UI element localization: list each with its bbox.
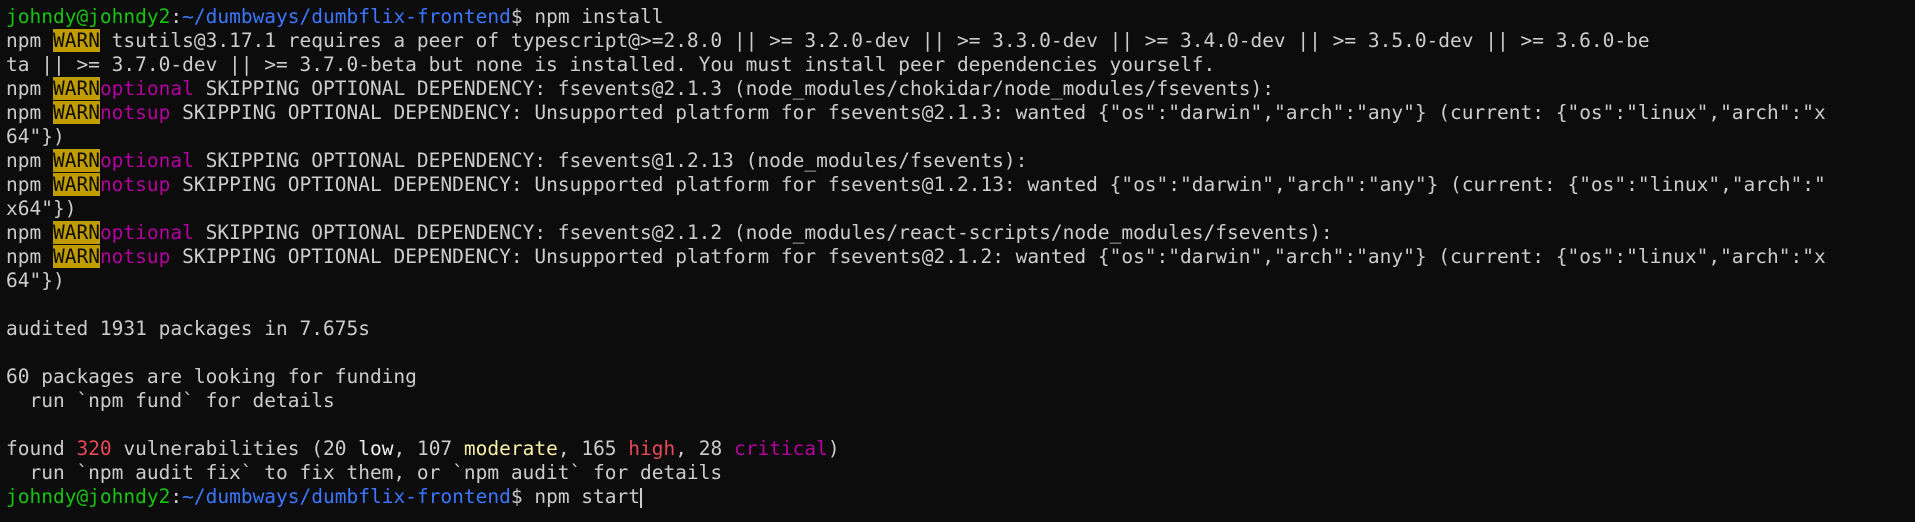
warn-badge: WARN <box>52 29 100 52</box>
warn-badge: WARN <box>52 173 100 196</box>
command-text: npm install <box>534 5 664 28</box>
output-line-peer-warn: npm WARN tsutils@3.17.1 requires a peer … <box>6 29 1911 53</box>
vuln-text: , 107 <box>393 437 464 460</box>
prompt-symbol: $ <box>510 485 535 508</box>
warn-text: SKIPPING OPTIONAL DEPENDENCY: fsevents@2… <box>193 77 1274 100</box>
prompt-separator: : <box>170 5 183 28</box>
vuln-critical: critical <box>733 437 828 460</box>
warn-badge: WARN <box>52 245 100 268</box>
warn-text: SKIPPING OPTIONAL DEPENDENCY: fsevents@1… <box>193 149 1028 172</box>
npm-label: npm <box>6 29 53 52</box>
output-line-warn: npm WARNnotsup SKIPPING OPTIONAL DEPENDE… <box>6 101 1911 125</box>
output-line-warn: npm WARNoptional SKIPPING OPTIONAL DEPEN… <box>6 221 1911 245</box>
npm-label: npm <box>6 149 53 172</box>
npm-label: npm <box>6 221 53 244</box>
prompt-separator: : <box>170 485 183 508</box>
output-line-wrap: 64"}) <box>6 269 65 292</box>
warn-text: tsutils@3.17.1 requires a peer of typesc… <box>99 29 1650 52</box>
output-line-warn: npm WARNnotsup SKIPPING OPTIONAL DEPENDE… <box>6 245 1911 269</box>
output-line-warn: npm WARNoptional SKIPPING OPTIONAL DEPEN… <box>6 149 1911 173</box>
warn-text: SKIPPING OPTIONAL DEPENDENCY: fsevents@2… <box>193 221 1333 244</box>
vuln-text: vulnerabilities (20 <box>111 437 359 460</box>
output-line-wrap: x64"}) <box>6 197 77 220</box>
warn-kind: notsup <box>99 173 171 196</box>
warn-kind: notsup <box>99 245 171 268</box>
output-line-audited: audited 1931 packages in 7.675s <box>6 317 370 340</box>
prompt-path: ~/dumbways/dumbflix-frontend <box>182 485 511 508</box>
warn-badge: WARN <box>52 101 100 124</box>
warn-kind: optional <box>99 221 194 244</box>
warn-kind: optional <box>99 149 194 172</box>
vuln-text: , 165 <box>557 437 629 460</box>
terminal-window[interactable]: johndy@johndy2:~/dumbways/dumbflix-front… <box>6 5 1911 517</box>
text-cursor <box>640 487 643 508</box>
output-line-wrap: 64"}) <box>6 125 65 148</box>
warn-text: SKIPPING OPTIONAL DEPENDENCY: Unsupporte… <box>170 101 1826 124</box>
vuln-low: low <box>358 437 394 460</box>
prompt-user-host: johndy@johndy2 <box>6 485 171 508</box>
prompt-symbol: $ <box>510 5 535 28</box>
vuln-text: , 28 <box>675 437 734 460</box>
warn-text: SKIPPING OPTIONAL DEPENDENCY: Unsupporte… <box>170 173 1826 196</box>
npm-label: npm <box>6 101 53 124</box>
output-line-vulnerabilities: found 320 vulnerabilities (20 low, 107 m… <box>6 437 1911 461</box>
vuln-high: high <box>628 437 676 460</box>
prompt-line: johndy@johndy2:~/dumbways/dumbflix-front… <box>6 5 1911 29</box>
warn-kind: notsup <box>99 101 171 124</box>
warn-kind: optional <box>99 77 194 100</box>
npm-label: npm <box>6 245 53 268</box>
npm-label: npm <box>6 77 53 100</box>
vuln-total: 320 <box>76 437 112 460</box>
output-line-audit-hint: run `npm audit fix` to fix them, or `npm… <box>6 461 723 484</box>
output-line-warn: npm WARNnotsup SKIPPING OPTIONAL DEPENDE… <box>6 173 1911 197</box>
vuln-prefix: found <box>6 437 77 460</box>
prompt-user-host: johndy@johndy2 <box>6 5 171 28</box>
warn-text: SKIPPING OPTIONAL DEPENDENCY: Unsupporte… <box>170 245 1826 268</box>
warn-badge: WARN <box>52 221 100 244</box>
warn-badge: WARN <box>52 77 100 100</box>
vuln-suffix: ) <box>827 437 840 460</box>
vuln-moderate: moderate <box>463 437 558 460</box>
command-input[interactable]: npm start <box>534 485 640 508</box>
output-line-funding-hint: run `npm fund` for details <box>6 389 335 412</box>
output-line-funding: 60 packages are looking for funding <box>6 365 417 388</box>
npm-label: npm <box>6 173 53 196</box>
output-line-warn: npm WARNoptional SKIPPING OPTIONAL DEPEN… <box>6 77 1911 101</box>
prompt-line-active[interactable]: johndy@johndy2:~/dumbways/dumbflix-front… <box>6 485 1911 509</box>
warn-badge: WARN <box>52 149 100 172</box>
prompt-path: ~/dumbways/dumbflix-frontend <box>182 5 511 28</box>
output-line-peer-warn-wrap: ta || >= 3.7.0-dev || >= 3.7.0-beta but … <box>6 53 1216 76</box>
